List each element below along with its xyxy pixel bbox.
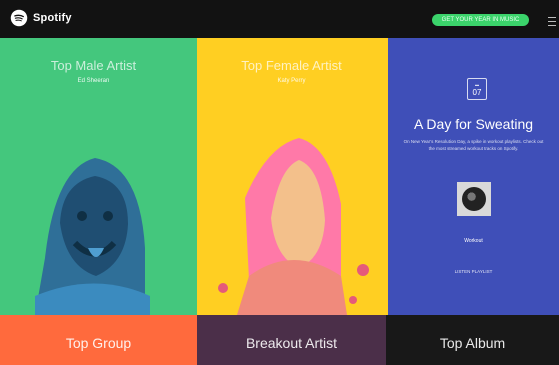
panel-title: Top Male Artist xyxy=(50,58,137,73)
panel-title: A Day for Sweating xyxy=(413,116,534,132)
calendar-icon: ▬ 07 xyxy=(467,78,487,100)
breakout-artist-panel[interactable]: Breakout Artist xyxy=(197,315,386,365)
panel-title: Top Female Artist xyxy=(241,58,342,73)
top-album-panel[interactable]: Top Album xyxy=(386,315,559,365)
spotify-logo-icon xyxy=(10,9,28,27)
track-title: Workout xyxy=(464,238,483,244)
artist-name: Katy Perry xyxy=(277,78,306,84)
brand-text: Spotify xyxy=(33,12,72,24)
panel-title: Top Album xyxy=(439,335,506,351)
top-male-artist-panel[interactable]: Top Male Artist Ed Sheeran xyxy=(0,38,187,315)
listen-playlist-link[interactable]: LISTEN PLAYLIST xyxy=(388,269,559,274)
top-female-artist-panel[interactable]: Top Female Artist Katy Perry xyxy=(197,38,386,315)
calendar-day-label: 07 xyxy=(472,88,482,97)
top-navigation-bar: Spotify GET YOUR YEAR IN MUSIC xyxy=(0,0,559,38)
album-cover-image xyxy=(457,182,491,216)
calendar-month-bar: ▬ xyxy=(475,82,479,87)
menu-icon[interactable] xyxy=(548,14,556,26)
panel-title: Breakout Artist xyxy=(245,335,338,351)
artist-name: Ed Sheeran xyxy=(77,78,110,84)
panel-divider xyxy=(187,38,197,315)
panel-description: On New Year’s Resolution Day, a spike in… xyxy=(403,139,544,151)
brand-logo[interactable]: Spotify xyxy=(10,9,72,27)
day-for-sweating-panel[interactable]: ▬ 07 A Day for Sweating On New Year’s Re… xyxy=(388,38,559,315)
cta-button[interactable]: GET YOUR YEAR IN MUSIC xyxy=(432,14,529,26)
top-group-panel[interactable]: Top Group xyxy=(0,315,197,365)
record-icon xyxy=(462,187,486,211)
panel-title: Top Group xyxy=(65,335,132,351)
